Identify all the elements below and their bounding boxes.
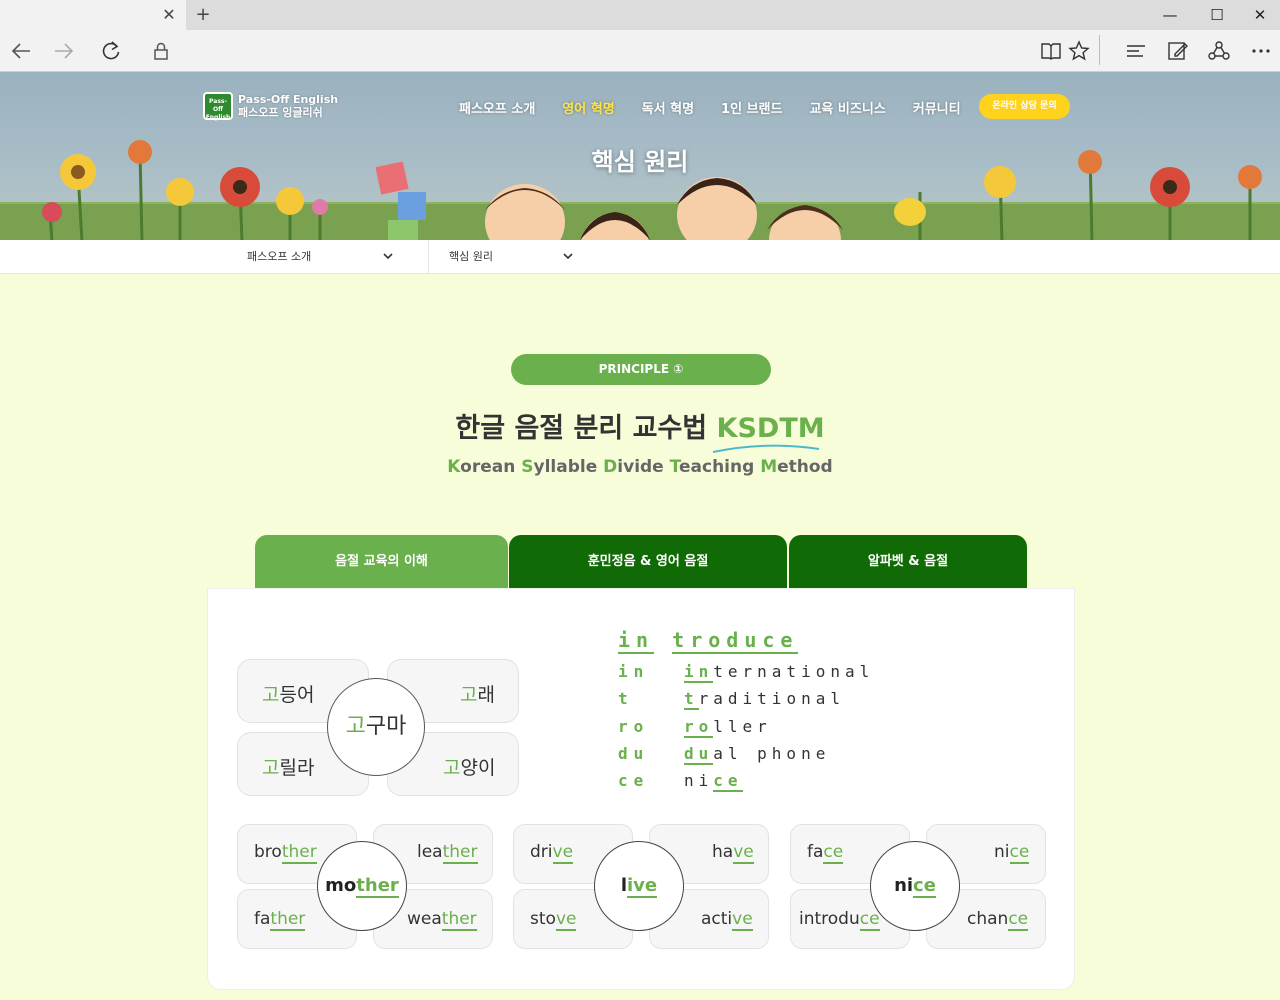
- syllable-example-word: dual phone: [684, 744, 831, 765]
- share-icon[interactable]: [1207, 39, 1231, 63]
- browser-toolbar: [0, 30, 1280, 72]
- english-center-word: mother: [317, 841, 407, 931]
- online-consult-button[interactable]: 온라인 상담 문의: [979, 94, 1070, 119]
- subnav-page-label: 핵심 원리: [449, 250, 493, 263]
- minimize-icon[interactable]: —: [1158, 4, 1182, 26]
- hero-title: 핵심 원리: [591, 148, 689, 176]
- tab-hunminjeongeum-english[interactable]: 훈민정음 & 영어 음절: [509, 535, 787, 588]
- logo-badge: Pass-Off English: [203, 92, 233, 121]
- refresh-icon[interactable]: [99, 39, 123, 63]
- syllable-example-word: traditional: [684, 689, 845, 710]
- flowers-center-left-illustration: [220, 167, 328, 240]
- favorite-star-icon[interactable]: [1067, 39, 1091, 63]
- syllable-example-word: nice: [684, 771, 743, 792]
- section-subtitle: Korean Syllable Divide Teaching Method: [447, 457, 833, 477]
- introduce-word: in troduce: [618, 628, 799, 654]
- site-logo[interactable]: Pass-Off English Pass-Off English 패스오프 잉…: [203, 92, 339, 121]
- nav-item-intro[interactable]: 패스오프 소개: [459, 98, 535, 117]
- syllable-label: in: [618, 662, 650, 681]
- chevron-down-icon: [563, 253, 573, 260]
- tab-alphabet-syllable[interactable]: 알파벳 & 음절: [789, 535, 1027, 588]
- hub-icon[interactable]: [1124, 39, 1148, 63]
- nav-item-reading-revolution[interactable]: 독서 혁명: [642, 98, 694, 117]
- back-icon[interactable]: [9, 39, 33, 63]
- principle-badge: PRINCIPLE ①: [511, 354, 771, 385]
- section-title: 한글 음절 분리 교수법 KSDTM: [0, 406, 1280, 453]
- english-center-word: live: [594, 841, 684, 931]
- subnav-category-label: 패스오프 소개: [247, 250, 312, 263]
- syllable-label: ro: [618, 717, 650, 736]
- forward-icon[interactable]: [52, 39, 76, 63]
- maximize-icon[interactable]: ☐: [1205, 4, 1229, 26]
- browser-tab-bar: ✕ + — ☐ ✕: [0, 0, 1280, 30]
- syllable-example-word: roller: [684, 717, 772, 738]
- close-tab-icon[interactable]: ✕: [160, 6, 178, 24]
- toolbar-divider: [1099, 35, 1100, 65]
- syllable-example-word: international: [684, 662, 875, 683]
- lock-icon: [149, 39, 173, 63]
- subnav-page-select[interactable]: 핵심 원리: [449, 240, 579, 274]
- web-note-icon[interactable]: [1166, 39, 1190, 63]
- section-title-accent: KSDTM: [712, 413, 825, 453]
- nav-item-education-business[interactable]: 교육 비즈니스: [809, 98, 885, 117]
- syllable-label: du: [618, 744, 650, 763]
- nav-item-personal-brand[interactable]: 1인 브랜드: [721, 98, 782, 117]
- nav-item-english-revolution[interactable]: 영어 혁명: [562, 98, 614, 117]
- browser-tab[interactable]: ✕: [0, 0, 186, 30]
- english-center-word: nice: [870, 841, 960, 931]
- nav-item-community[interactable]: 커뮤니티: [913, 98, 961, 117]
- sub-navigation: 패스오프 소개 핵심 원리: [0, 240, 1280, 274]
- new-tab-icon[interactable]: +: [194, 5, 212, 25]
- subnav-category-select[interactable]: 패스오프 소개: [247, 240, 397, 274]
- logo-line-english: Pass-Off English: [238, 93, 339, 106]
- close-window-icon[interactable]: ✕: [1248, 4, 1272, 26]
- underline-swoosh-icon: [712, 444, 819, 453]
- korean-center-word: 고구마: [327, 678, 425, 776]
- more-options-icon[interactable]: [1249, 39, 1273, 63]
- tab-syllable-understanding[interactable]: 음절 교육의 이해: [255, 535, 508, 588]
- main-nav: 패스오프 소개 영어 혁명 독서 혁명 1인 브랜드 교육 비즈니스 커뮤니티: [459, 98, 988, 117]
- syllable-label: t: [618, 689, 634, 708]
- syllable-label: ce: [618, 771, 650, 790]
- chevron-down-icon: [383, 253, 393, 260]
- reading-view-icon[interactable]: [1039, 39, 1063, 63]
- logo-line-korean: 패스오프 잉글리쉬: [238, 106, 323, 119]
- section-title-main: 한글 음절 분리 교수법: [455, 413, 717, 444]
